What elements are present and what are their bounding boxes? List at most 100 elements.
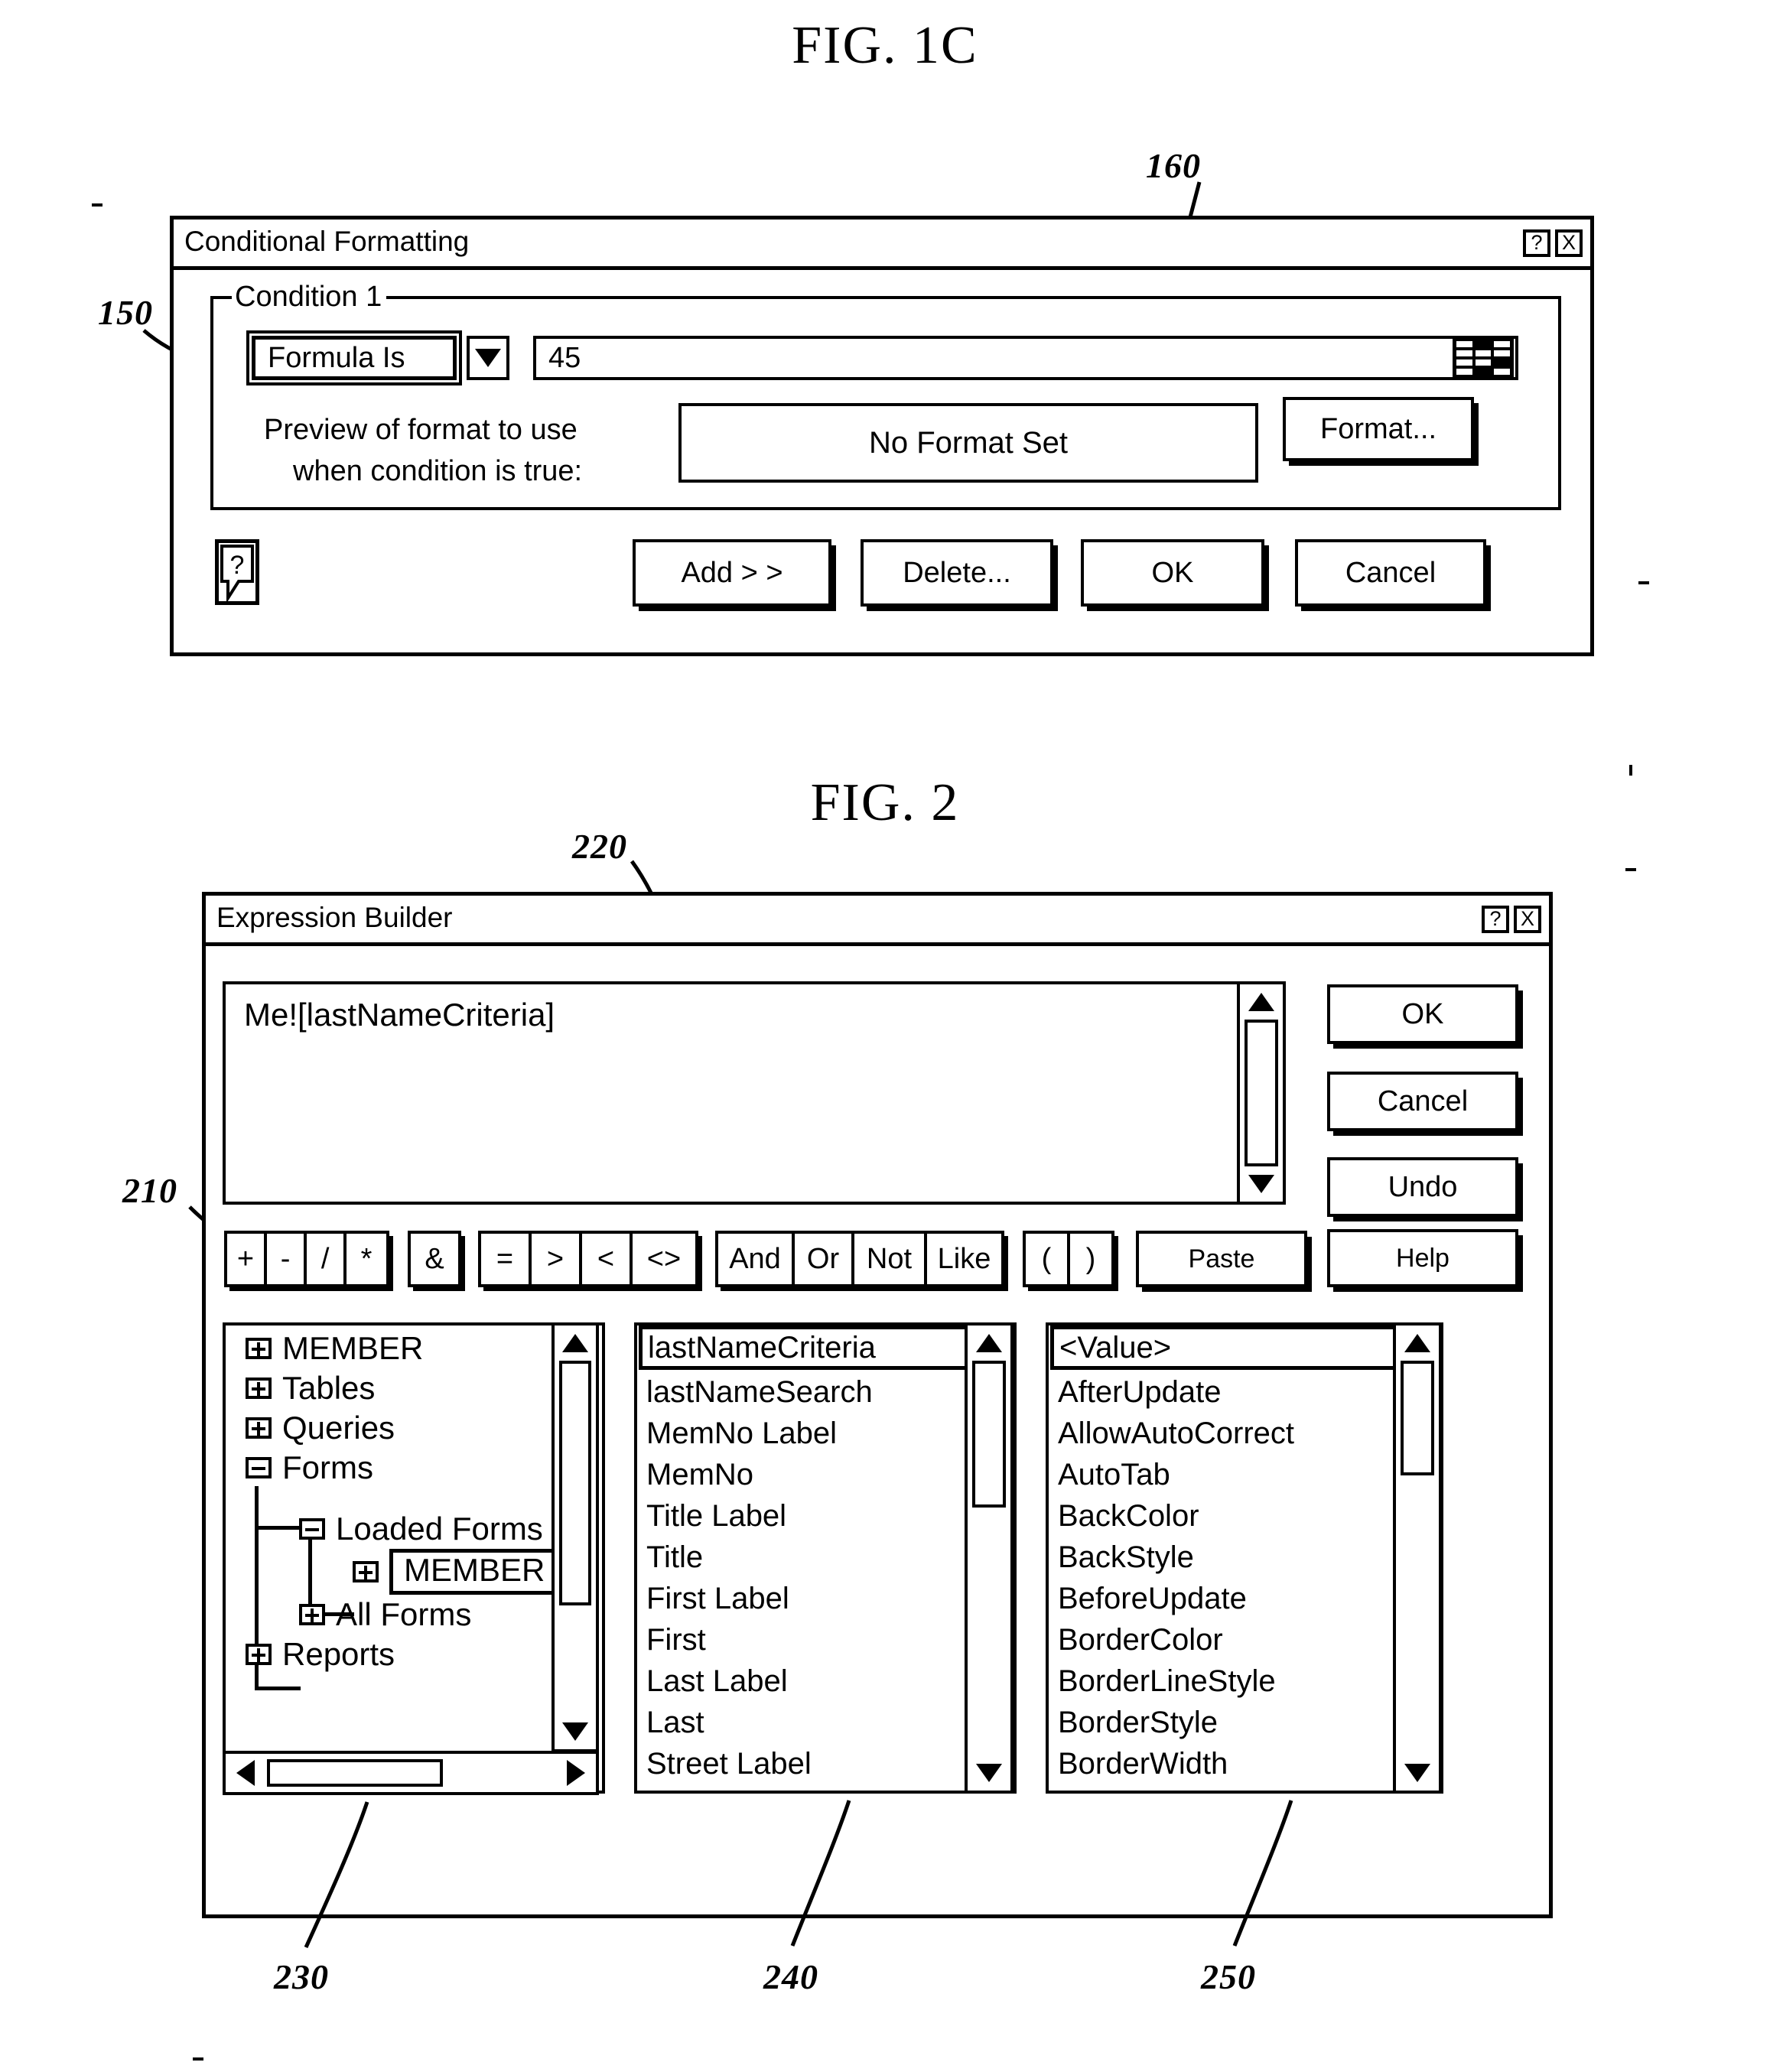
tree-node-forms[interactable]: Forms: [246, 1449, 373, 1486]
tree-node-all-forms[interactable]: All Forms: [299, 1596, 471, 1633]
operator-and-button[interactable]: And: [718, 1234, 795, 1284]
operator-multiply-button[interactable]: *: [347, 1234, 386, 1284]
scroll-left-icon[interactable]: [226, 1754, 265, 1792]
cancel-button[interactable]: Cancel: [1295, 539, 1486, 607]
list-item[interactable]: Title Label: [637, 1495, 1014, 1537]
scroll-thumb[interactable]: [1401, 1361, 1434, 1475]
ref-230: 230: [274, 1957, 329, 1996]
operator-not-equals-button[interactable]: <>: [633, 1234, 695, 1284]
tree-node-tables[interactable]: Tables: [246, 1370, 375, 1407]
list-item[interactable]: MemNo: [637, 1454, 1014, 1495]
list-item[interactable]: Street Label: [637, 1743, 1014, 1784]
list-item[interactable]: First: [637, 1619, 1014, 1661]
scroll-thumb[interactable]: [558, 1361, 592, 1605]
tree-node-label: Reports: [282, 1636, 395, 1672]
operator-close-paren-button[interactable]: ): [1070, 1234, 1111, 1284]
operator-ampersand-button[interactable]: &: [411, 1234, 458, 1284]
scroll-thumb[interactable]: [1245, 1020, 1278, 1166]
format-button[interactable]: Format...: [1283, 397, 1474, 461]
list-item[interactable]: BorderLineStyle: [1049, 1661, 1440, 1702]
scroll-right-icon[interactable]: [556, 1754, 596, 1792]
operator-greater-than-button[interactable]: >: [532, 1234, 582, 1284]
scroll-down-icon[interactable]: [555, 1714, 596, 1749]
list-item[interactable]: <Value>: [1050, 1325, 1437, 1370]
list-item[interactable]: lastNameCriteria: [639, 1325, 1010, 1370]
list-item[interactable]: AllowAutoCorrect: [1049, 1413, 1440, 1454]
controls-vertical-scrollbar[interactable]: [965, 1322, 1014, 1794]
ok-button[interactable]: OK: [1081, 539, 1264, 607]
tree-node-label: Queries: [282, 1410, 395, 1446]
help-button[interactable]: ?: [215, 539, 259, 605]
expression-vertical-scrollbar[interactable]: [1237, 981, 1286, 1205]
condition-type-combo[interactable]: Formula Is: [246, 330, 509, 385]
preview-label: Preview of format to use when condition …: [264, 409, 692, 492]
list-item[interactable]: Last Label: [637, 1661, 1014, 1702]
operator-like-button[interactable]: Like: [927, 1234, 1001, 1284]
operator-divide-button[interactable]: /: [307, 1234, 347, 1284]
scroll-down-icon[interactable]: [968, 1755, 1010, 1791]
help-icon[interactable]: ?: [1482, 905, 1509, 933]
tree-node-member-root[interactable]: MEMBER: [246, 1330, 423, 1367]
operator-not-button[interactable]: Not: [854, 1234, 927, 1284]
list-item[interactable]: AfterUpdate: [1049, 1371, 1440, 1413]
list-item[interactable]: Title: [637, 1537, 1014, 1578]
list-item[interactable]: BorderWidth: [1049, 1743, 1440, 1784]
tree-node-loaded-forms[interactable]: Loaded Forms: [299, 1511, 543, 1547]
ok-button[interactable]: OK: [1327, 984, 1518, 1044]
tree-node-reports[interactable]: Reports: [246, 1636, 395, 1673]
cancel-button[interactable]: Cancel: [1327, 1072, 1518, 1131]
add-button[interactable]: Add > >: [633, 539, 831, 607]
scroll-down-icon[interactable]: [1240, 1166, 1283, 1202]
list-item[interactable]: BeforeUpdate: [1049, 1578, 1440, 1619]
registration-tick: [92, 203, 102, 207]
scroll-up-icon[interactable]: [555, 1325, 596, 1361]
expression-builder-icon[interactable]: [1453, 337, 1514, 379]
operator-minus-button[interactable]: -: [267, 1234, 307, 1284]
scroll-down-icon[interactable]: [1396, 1755, 1439, 1791]
close-icon[interactable]: X: [1514, 905, 1541, 933]
format-preview-text: No Format Set: [868, 425, 1069, 460]
object-tree-horizontal-scrollbar[interactable]: [223, 1751, 599, 1795]
properties-vertical-scrollbar[interactable]: [1393, 1322, 1442, 1794]
object-tree-panel[interactable]: MEMBER Tables Queries Forms Loaded Forms…: [223, 1322, 605, 1794]
condition-value-text: 45: [548, 341, 581, 374]
list-item[interactable]: BackColor: [1049, 1495, 1440, 1537]
tree-node-queries[interactable]: Queries: [246, 1410, 395, 1446]
operator-equals-button[interactable]: =: [481, 1234, 532, 1284]
controls-listbox[interactable]: lastNameCriteria lastNameSearch MemNo La…: [634, 1322, 1017, 1794]
operator-or-button[interactable]: Or: [795, 1234, 854, 1284]
tree-node-label: Tables: [282, 1370, 376, 1406]
object-tree-vertical-scrollbar[interactable]: [551, 1322, 599, 1752]
list-item[interactable]: First Label: [637, 1578, 1014, 1619]
registration-tick: [1638, 581, 1649, 584]
expression-builder-titlebar: Expression Builder ? X: [206, 896, 1549, 946]
operator-plus-button[interactable]: +: [227, 1234, 268, 1284]
list-item[interactable]: AutoTab: [1049, 1454, 1440, 1495]
undo-button[interactable]: Undo: [1327, 1157, 1518, 1217]
expression-textarea[interactable]: Me![lastNameCriteria]: [223, 981, 1286, 1205]
scroll-thumb[interactable]: [267, 1759, 443, 1787]
list-item[interactable]: Last: [637, 1702, 1014, 1743]
scroll-up-icon[interactable]: [1396, 1325, 1439, 1361]
paste-button[interactable]: Paste: [1136, 1231, 1307, 1287]
operator-less-than-button[interactable]: <: [582, 1234, 633, 1284]
close-icon[interactable]: X: [1555, 229, 1583, 257]
list-item[interactable]: BackStyle: [1049, 1537, 1440, 1578]
help-icon[interactable]: ?: [1523, 229, 1550, 257]
operator-open-paren-button[interactable]: (: [1026, 1234, 1070, 1284]
scroll-up-icon[interactable]: [1240, 984, 1283, 1020]
list-item[interactable]: lastNameSearch: [637, 1371, 1014, 1413]
scroll-thumb[interactable]: [972, 1361, 1006, 1508]
tree-node-member-loaded[interactable]: MEMBER: [353, 1549, 560, 1595]
help-button[interactable]: Help: [1327, 1229, 1518, 1287]
chevron-down-icon[interactable]: [467, 336, 509, 380]
list-item[interactable]: BorderStyle: [1049, 1702, 1440, 1743]
conditional-formatting-dialog: Conditional Formatting ? X Condition 1 F…: [170, 216, 1594, 656]
properties-listbox[interactable]: <Value> AfterUpdate AllowAutoCorrect Aut…: [1046, 1322, 1443, 1794]
list-item[interactable]: MemNo Label: [637, 1413, 1014, 1454]
scroll-up-icon[interactable]: [968, 1325, 1010, 1361]
operator-group-logical: And Or Not Like: [715, 1231, 1004, 1287]
condition-value-input[interactable]: 45: [533, 336, 1518, 380]
list-item[interactable]: BorderColor: [1049, 1619, 1440, 1661]
delete-button[interactable]: Delete...: [861, 539, 1053, 607]
